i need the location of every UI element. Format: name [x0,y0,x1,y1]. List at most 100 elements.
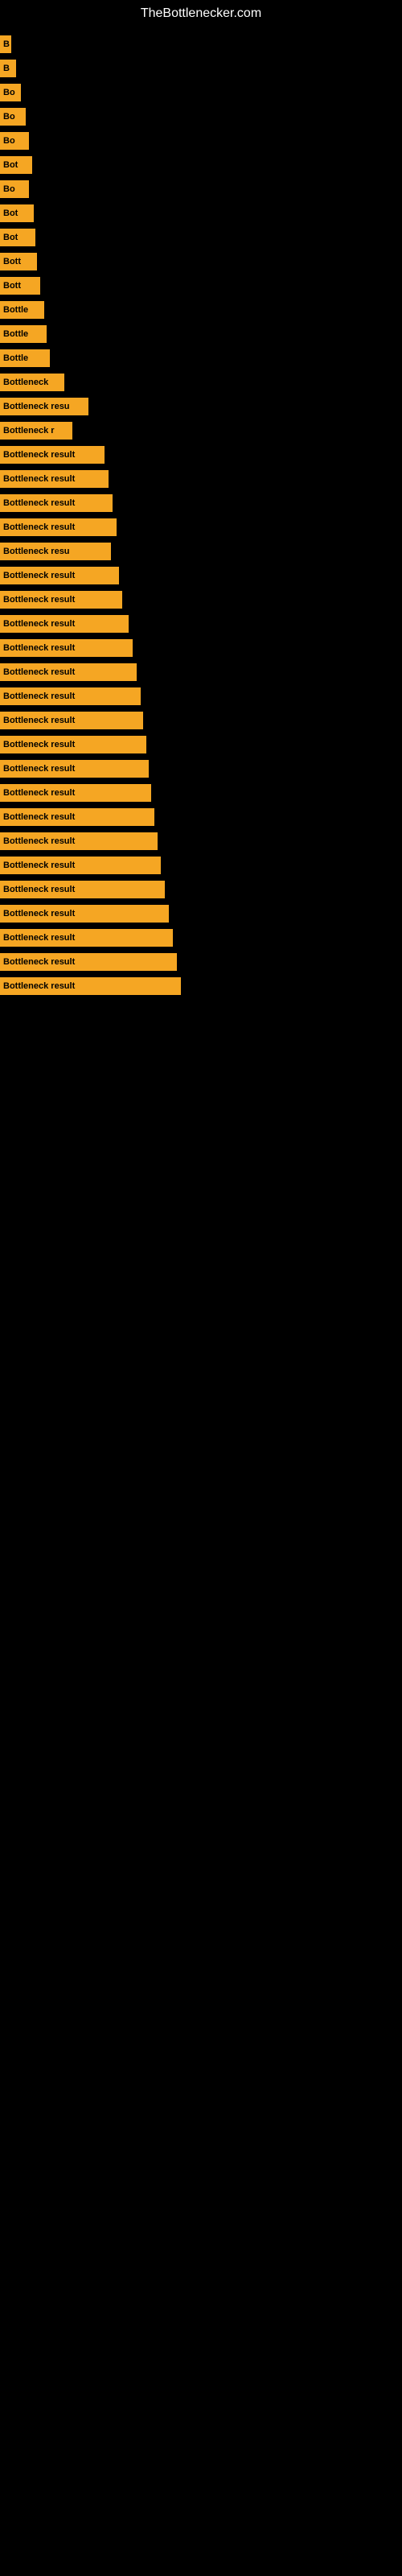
bar-12: Bottle [0,325,47,343]
bar-10: Bott [0,277,40,295]
bar-label-16: Bottleneck r [3,426,55,436]
bar-row: Bottleneck result [0,926,402,950]
bar-row: Bottleneck result [0,781,402,805]
bar-row: Bo [0,177,402,201]
bar-33: Bottleneck result [0,832,158,850]
bar-label-17: Bottleneck result [3,450,75,460]
bar-row: Bottleneck result [0,588,402,612]
bar-9: Bott [0,253,37,270]
bar-25: Bottleneck result [0,639,133,657]
bar-22: Bottleneck result [0,567,119,584]
bar-37: Bottleneck result [0,929,173,947]
bar-3: Bo [0,108,26,126]
bar-39: Bottleneck result [0,977,181,995]
bar-label-31: Bottleneck result [3,788,75,798]
bar-row: Bottleneck result [0,733,402,757]
bar-row: Bot [0,225,402,250]
bar-label-4: Bo [3,136,15,146]
bar-14: Bottleneck [0,374,64,391]
bar-0: B [0,35,11,53]
bar-label-14: Bottleneck [3,378,48,387]
bar-row: Bottleneck result [0,708,402,733]
bar-row: B [0,32,402,56]
bar-row: Bottleneck result [0,660,402,684]
bar-row: Bottleneck resu [0,539,402,564]
bar-row: Bo [0,80,402,105]
bar-label-36: Bottleneck result [3,909,75,919]
bar-label-28: Bottleneck result [3,716,75,725]
bar-label-1: B [3,64,10,73]
bar-row: Bot [0,201,402,225]
bar-label-37: Bottleneck result [3,933,75,943]
bar-label-25: Bottleneck result [3,643,75,653]
bar-label-34: Bottleneck result [3,861,75,870]
bar-row: Bottleneck result [0,950,402,974]
bar-label-26: Bottleneck result [3,667,75,677]
bar-label-29: Bottleneck result [3,740,75,749]
bar-16: Bottleneck r [0,422,72,440]
bar-row: Bottle [0,346,402,370]
bar-2: Bo [0,84,21,101]
bar-label-9: Bott [3,257,21,266]
bar-label-2: Bo [3,88,15,97]
bar-row: Bottleneck [0,370,402,394]
bar-row: Bottleneck result [0,636,402,660]
bar-row: Bottleneck result [0,853,402,877]
bar-row: Bottleneck result [0,902,402,926]
bar-24: Bottleneck result [0,615,129,633]
bar-31: Bottleneck result [0,784,151,802]
bar-35: Bottleneck result [0,881,165,898]
bar-label-3: Bo [3,112,15,122]
bar-label-12: Bottle [3,329,28,339]
bar-row: Bottleneck result [0,829,402,853]
bar-row: Bottleneck r [0,419,402,443]
bar-row: B [0,56,402,80]
bars-container: B B Bo Bo Bo Bot Bo Bot Bot Bott Bott Bottle Bottle B… [0,24,402,1014]
bar-label-23: Bottleneck result [3,595,75,605]
bar-label-33: Bottleneck result [3,836,75,846]
bar-label-11: Bottle [3,305,28,315]
bar-23: Bottleneck result [0,591,122,609]
bar-row: Bottleneck result [0,467,402,491]
bar-row: Bottleneck result [0,612,402,636]
bar-row: Bottleneck result [0,443,402,467]
bar-row: Bottle [0,322,402,346]
bar-15: Bottleneck resu [0,398,88,415]
bar-row: Bottle [0,298,402,322]
site-title-text: TheBottlenecker.com [0,0,402,24]
bar-32: Bottleneck result [0,808,154,826]
bar-row: Bo [0,105,402,129]
bar-label-39: Bottleneck result [3,981,75,991]
bar-1: B [0,60,16,77]
bar-row: Bottleneck result [0,974,402,998]
bar-row: Bottleneck result [0,877,402,902]
bar-13: Bottle [0,349,50,367]
bar-label-38: Bottleneck result [3,957,75,967]
bar-19: Bottleneck result [0,494,113,512]
bar-26: Bottleneck result [0,663,137,681]
bar-row: Bottleneck result [0,491,402,515]
bar-row: Bo [0,129,402,153]
bar-label-5: Bot [3,160,18,170]
bar-29: Bottleneck result [0,736,146,753]
bar-label-32: Bottleneck result [3,812,75,822]
bar-label-8: Bot [3,233,18,242]
bar-38: Bottleneck result [0,953,177,971]
bar-label-18: Bottleneck result [3,474,75,484]
bar-row: Bot [0,153,402,177]
bar-label-10: Bott [3,281,21,291]
bar-7: Bot [0,204,34,222]
bar-row: Bott [0,274,402,298]
site-title: TheBottlenecker.com [141,6,261,20]
bar-label-19: Bottleneck result [3,498,75,508]
bar-20: Bottleneck result [0,518,117,536]
bar-label-27: Bottleneck result [3,691,75,701]
bar-label-15: Bottleneck resu [3,402,70,411]
bar-row: Bottleneck result [0,757,402,781]
bar-row: Bottleneck result [0,515,402,539]
bar-28: Bottleneck result [0,712,143,729]
bar-8: Bot [0,229,35,246]
bar-17: Bottleneck result [0,446,105,464]
bar-18: Bottleneck result [0,470,109,488]
bar-row: Bottleneck result [0,805,402,829]
